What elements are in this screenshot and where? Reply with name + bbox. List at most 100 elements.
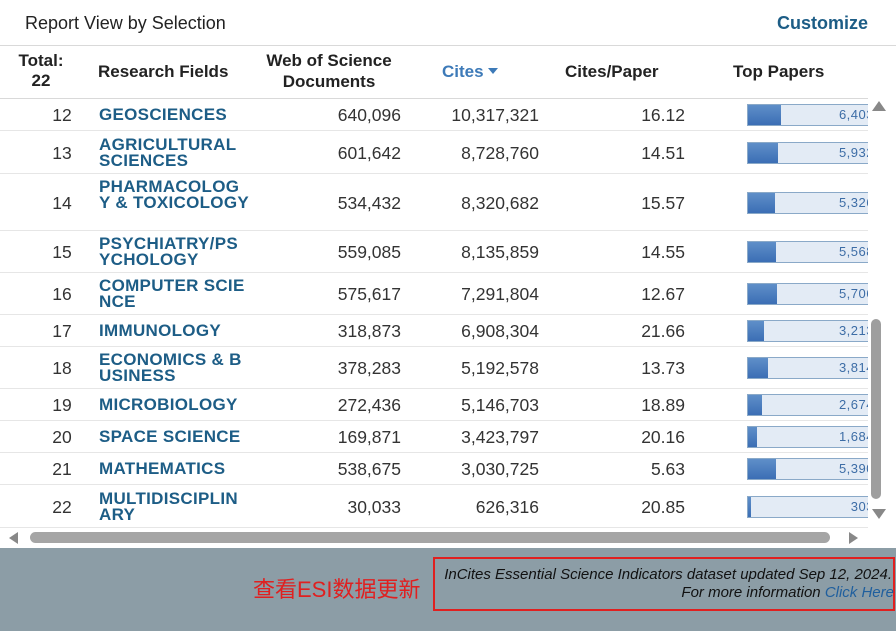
report-panel: Report View by Selection Customize Total… bbox=[0, 0, 896, 548]
top-papers-bar[interactable]: 5,932 bbox=[747, 141, 868, 164]
top-papers-bar-fill bbox=[748, 142, 778, 163]
cites-per-paper-value: 20.16 bbox=[641, 427, 685, 447]
top-papers-bar[interactable]: 5,390 bbox=[747, 458, 868, 480]
wos-documents-header[interactable]: Web of Science Documents bbox=[258, 50, 400, 92]
top-papers-bar[interactable]: 1,684 bbox=[747, 426, 868, 448]
total-count-header: Total: 22 bbox=[16, 51, 66, 91]
scroll-up-arrow-icon[interactable] bbox=[872, 101, 886, 111]
row-rank: 21 bbox=[52, 459, 72, 479]
research-field-link[interactable]: PSYCHIATRY/PSYCHOLOGY bbox=[99, 235, 249, 268]
wos-documents-value: 640,096 bbox=[337, 105, 401, 125]
top-papers-bar[interactable]: 6,403 bbox=[747, 104, 868, 126]
scroll-right-arrow-icon[interactable] bbox=[849, 532, 858, 544]
cites-value: 7,291,804 bbox=[461, 284, 539, 304]
row-rank: 12 bbox=[52, 105, 72, 125]
top-papers-header[interactable]: Top Papers bbox=[733, 62, 824, 82]
more-info-text: For more information bbox=[681, 584, 821, 601]
table-row[interactable]: 13 AGRICULTURAL SCIENCES 601,642 8,728,760 1… bbox=[0, 131, 868, 174]
table-row[interactable]: 22 MULTIDISCIPLINARY 30,033 626,316 20.85 303 bbox=[0, 485, 868, 528]
cites-value: 3,423,797 bbox=[461, 427, 539, 447]
table-row[interactable]: 21 MATHEMATICS 538,675 3,030,725 5.63 5,390 bbox=[0, 453, 868, 485]
top-papers-value: 5,706 bbox=[838, 286, 868, 301]
research-field-link[interactable]: ECONOMICS & BUSINESS bbox=[99, 351, 249, 384]
table-row[interactable]: 18 ECONOMICS & BUSINESS 378,283 5,192,578 13… bbox=[0, 347, 868, 389]
cites-per-paper-value: 16.12 bbox=[641, 105, 685, 125]
wos-documents-header-line1: Web of Science bbox=[266, 51, 392, 70]
vertical-scrollbar[interactable] bbox=[868, 99, 888, 524]
cites-per-paper-value: 20.85 bbox=[641, 496, 685, 517]
table-row[interactable]: 12 GEOSCIENCES 640,096 10,317,321 16.12 6,403 bbox=[0, 99, 868, 131]
wos-documents-value: 30,033 bbox=[347, 496, 401, 517]
research-field-link[interactable]: IMMUNOLOGY bbox=[99, 322, 249, 339]
top-papers-bar[interactable]: 3,814 bbox=[747, 357, 868, 379]
top-papers-value: 303 bbox=[850, 498, 868, 514]
table-header: Total: 22 Research Fields Web of Science… bbox=[0, 46, 868, 99]
annotation-text: 查看ESI数据更新 bbox=[253, 577, 421, 602]
wos-documents-value: 169,871 bbox=[337, 427, 401, 447]
top-papers-bar-fill bbox=[748, 395, 762, 415]
wos-documents-value: 575,617 bbox=[337, 284, 401, 304]
top-papers-bar[interactable]: 5,326 bbox=[747, 191, 868, 214]
cites-value: 5,192,578 bbox=[461, 358, 539, 378]
top-papers-value: 5,568 bbox=[838, 244, 868, 259]
research-field-link[interactable]: SPACE SCIENCE bbox=[99, 428, 249, 445]
cites-value: 8,135,859 bbox=[461, 242, 539, 262]
cites-per-paper-value: 18.89 bbox=[641, 395, 685, 415]
top-papers-bar[interactable]: 303 bbox=[747, 495, 868, 518]
table-body: 12 GEOSCIENCES 640,096 10,317,321 16.12 6,403… bbox=[0, 99, 868, 529]
top-papers-bar[interactable]: 5,706 bbox=[747, 283, 868, 305]
table-row[interactable]: 20 SPACE SCIENCE 169,871 3,423,797 20.16 1,68… bbox=[0, 421, 868, 453]
horizontal-scroll-thumb[interactable] bbox=[30, 532, 830, 543]
table-row[interactable]: 15 PSYCHIATRY/PSYCHOLOGY 559,085 8,135,859 1… bbox=[0, 231, 868, 273]
footer-bar: 查看ESI数据更新 InCites Essential Science Indi… bbox=[0, 548, 896, 631]
table-row[interactable]: 19 MICROBIOLOGY 272,436 5,146,703 18.89 2,674 bbox=[0, 389, 868, 421]
vertical-scroll-thumb[interactable] bbox=[871, 319, 881, 499]
top-papers-bar-fill bbox=[748, 459, 776, 479]
wos-documents-value: 538,675 bbox=[337, 459, 401, 479]
top-papers-value: 3,814 bbox=[838, 360, 868, 375]
wos-documents-value: 601,642 bbox=[337, 142, 401, 163]
horizontal-scrollbar[interactable] bbox=[0, 529, 868, 547]
table-row[interactable]: 16 COMPUTER SCIENCE 575,617 7,291,804 12.67 5… bbox=[0, 273, 868, 315]
cites-per-paper-value: 15.57 bbox=[641, 192, 685, 213]
sort-desc-icon bbox=[487, 68, 498, 74]
cites-per-paper-value: 14.51 bbox=[641, 142, 685, 163]
cites-per-paper-value: 21.66 bbox=[641, 321, 685, 341]
table-row[interactable]: 17 IMMUNOLOGY 318,873 6,908,304 21.66 3,213 bbox=[0, 315, 868, 347]
table-row[interactable]: 14 PHARMACOLOGY & TOXICOLOGY 534,432 8,320,… bbox=[0, 174, 868, 231]
research-field-link[interactable]: AGRICULTURAL SCIENCES bbox=[99, 136, 249, 169]
top-papers-bar[interactable]: 2,674 bbox=[747, 394, 868, 416]
scroll-left-arrow-icon[interactable] bbox=[9, 532, 18, 544]
top-papers-bar-fill bbox=[748, 427, 757, 447]
top-papers-bar-fill bbox=[748, 284, 777, 304]
research-field-link[interactable]: GEOSCIENCES bbox=[99, 106, 249, 123]
cites-header-sorted[interactable]: Cites bbox=[442, 62, 498, 82]
cites-value: 10,317,321 bbox=[451, 105, 539, 125]
research-field-link[interactable]: MULTIDISCIPLINARY bbox=[99, 490, 249, 523]
row-rank: 14 bbox=[52, 192, 72, 213]
wos-documents-value: 318,873 bbox=[337, 321, 401, 341]
research-field-link[interactable]: MATHEMATICS bbox=[99, 460, 249, 477]
report-title: Report View by Selection bbox=[25, 13, 226, 33]
wos-documents-header-line2: Documents bbox=[282, 72, 376, 91]
top-papers-value: 2,674 bbox=[838, 397, 868, 412]
research-field-link[interactable]: COMPUTER SCIENCE bbox=[99, 277, 249, 310]
top-papers-bar-fill bbox=[748, 321, 764, 341]
research-fields-header[interactable]: Research Fields bbox=[98, 62, 228, 82]
click-here-link[interactable]: Click Here bbox=[825, 584, 894, 601]
cites-value: 626,316 bbox=[475, 496, 539, 517]
row-rank: 20 bbox=[52, 427, 72, 447]
scroll-down-arrow-icon[interactable] bbox=[872, 509, 886, 519]
top-papers-bar[interactable]: 3,213 bbox=[747, 320, 868, 342]
top-papers-bar[interactable]: 5,568 bbox=[747, 241, 868, 263]
wos-documents-value: 534,432 bbox=[337, 192, 401, 213]
research-field-link[interactable]: PHARMACOLOGY & TOXICOLOGY bbox=[99, 178, 249, 211]
research-field-link[interactable]: MICROBIOLOGY bbox=[99, 396, 249, 413]
total-label: Total: bbox=[18, 51, 64, 70]
report-header: Report View by Selection Customize bbox=[0, 0, 896, 46]
top-papers-bar-fill bbox=[748, 496, 751, 517]
row-rank: 15 bbox=[52, 242, 72, 262]
cites-per-paper-header[interactable]: Cites/Paper bbox=[565, 62, 659, 82]
customize-link[interactable]: Customize bbox=[777, 13, 868, 34]
top-papers-bar-fill bbox=[748, 358, 768, 378]
